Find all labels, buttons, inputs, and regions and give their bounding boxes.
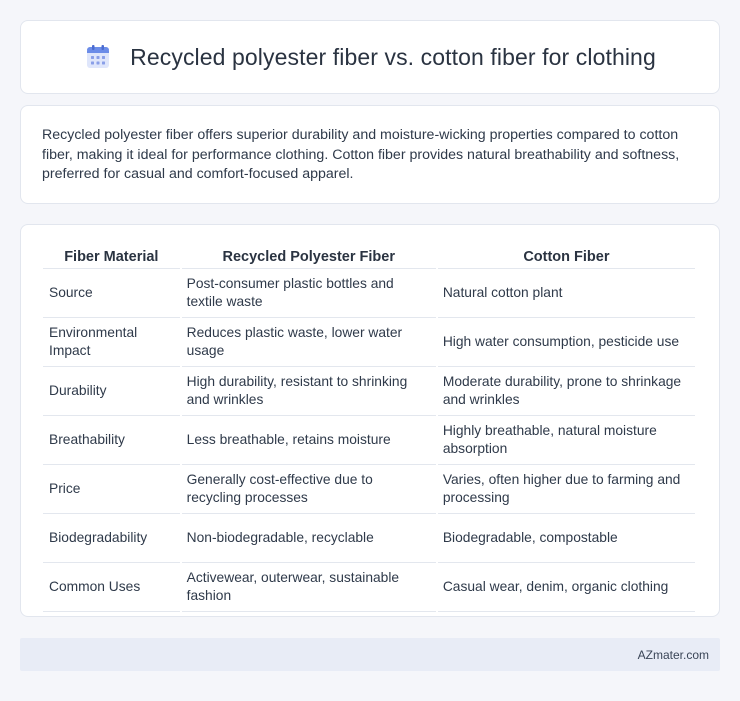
table-cell: Activewear, outerwear, sustainable fashi… — [181, 563, 436, 612]
summary-text: Recycled polyester fiber offers superior… — [42, 127, 680, 182]
table-cell: Highly breathable, natural moisture abso… — [437, 416, 695, 465]
column-header: Recycled Polyester Fiber — [181, 245, 436, 269]
table-row: Price Generally cost-effective due to re… — [43, 465, 695, 514]
calendar-icon — [87, 45, 110, 68]
table-row: Biodegradability Non-biodegradable, recy… — [43, 514, 695, 563]
table-row: Source Post-consumer plastic bottles and… — [43, 269, 695, 318]
row-label: Breathability — [43, 416, 180, 465]
table-cell: Generally cost-effective due to recyclin… — [181, 465, 436, 514]
row-label: Common Uses — [43, 563, 180, 612]
page-title: Recycled polyester fiber vs. cotton fibe… — [130, 43, 656, 70]
footer-bar: AZmater.com — [20, 638, 720, 671]
table-header-row: Fiber Material Recycled Polyester Fiber … — [43, 245, 695, 269]
table-cell: Biodegradable, compostable — [437, 514, 695, 563]
table-cell: Non-biodegradable, recyclable — [181, 514, 436, 563]
comparison-table-card: Fiber Material Recycled Polyester Fiber … — [20, 224, 720, 617]
row-label: Price — [43, 465, 180, 514]
table-row: Breathability Less breathable, retains m… — [43, 416, 695, 465]
table-cell: Reduces plastic waste, lower water usage — [181, 318, 436, 367]
table-cell: High water consumption, pesticide use — [437, 318, 695, 367]
row-label: Source — [43, 269, 180, 318]
table-cell: Moderate durability, prone to shrinkage … — [437, 367, 695, 416]
column-header: Fiber Material — [43, 245, 180, 269]
table-row: Durability High durability, resistant to… — [43, 367, 695, 416]
row-label: Environmental Impact — [43, 318, 180, 367]
column-header: Cotton Fiber — [437, 245, 695, 269]
row-label: Biodegradability — [43, 514, 180, 563]
footer-site-link[interactable]: AZmater.com — [638, 648, 709, 662]
table-cell: Natural cotton plant — [437, 269, 695, 318]
table-cell: Casual wear, denim, organic clothing — [437, 563, 695, 612]
table-cell: Varies, often higher due to farming and … — [437, 465, 695, 514]
row-label: Durability — [43, 367, 180, 416]
table-cell: High durability, resistant to shrinking … — [181, 367, 436, 416]
table-cell: Post-consumer plastic bottles and textil… — [181, 269, 436, 318]
table-cell: Less breathable, retains moisture — [181, 416, 436, 465]
table-row: Common Uses Activewear, outerwear, susta… — [43, 563, 695, 612]
title-wrap: Recycled polyester fiber vs. cotton fibe… — [84, 43, 656, 71]
title-card: Recycled polyester fiber vs. cotton fibe… — [20, 20, 720, 94]
table-row: Environmental Impact Reduces plastic was… — [43, 318, 695, 367]
comparison-table: Fiber Material Recycled Polyester Fiber … — [41, 245, 697, 612]
summary-card: Recycled polyester fiber offers superior… — [20, 105, 720, 204]
